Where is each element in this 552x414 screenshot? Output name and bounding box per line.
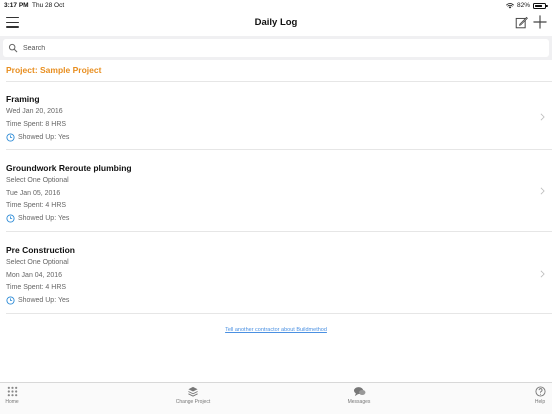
chat-bubbles-icon <box>353 387 365 397</box>
nav-bar: Daily Log <box>0 12 552 34</box>
chevron-right-icon <box>540 270 545 278</box>
project-label[interactable]: Project: Sample Project <box>6 65 101 75</box>
battery-icon <box>533 2 548 9</box>
search-icon <box>8 43 18 53</box>
entry-showed-up: Showed Up: Yes <box>6 133 69 142</box>
status-bar: 3:17 PM Thu 28 Oct 82% <box>0 0 552 12</box>
clock-icon <box>6 214 15 223</box>
entry-time-spent: Time Spent: 4 HRS <box>6 284 67 291</box>
question-circle-icon <box>534 386 546 397</box>
entry-subtitle: Select One Optional <box>6 177 69 184</box>
clock-icon <box>6 133 15 142</box>
status-time: 3:17 PM <box>4 2 29 9</box>
status-date: Thu 28 Oct <box>32 2 65 9</box>
entry-date: Mon Jan 04, 2016 <box>6 272 63 279</box>
entry-date: Tue Jan 05, 2016 <box>6 190 61 197</box>
tab-label: Change Project <box>175 399 211 405</box>
chevron-right-icon <box>540 187 545 195</box>
divider <box>6 313 552 314</box>
search-box <box>3 39 549 57</box>
tab-messages[interactable]: Messages <box>343 386 375 405</box>
tab-bar: Home Change Project Messages Help <box>0 382 552 414</box>
wifi-icon <box>506 2 514 8</box>
entry-showed-up-text: Showed Up: Yes <box>18 297 70 304</box>
entry-showed-up: Showed Up: Yes <box>6 296 69 305</box>
tab-home[interactable]: Home <box>2 386 22 405</box>
entry-date: Wed Jan 20, 2016 <box>6 108 63 115</box>
grid-icon <box>7 386 17 397</box>
entry-time-spent: Time Spent: 8 HRS <box>6 121 67 128</box>
entry-title: Framing <box>6 94 40 104</box>
tell-contractor-link[interactable]: Tell another contractor about Buildmetho… <box>0 327 552 333</box>
entry-subtitle: Select One Optional <box>6 259 69 266</box>
clock-icon <box>6 296 15 305</box>
status-right: 82% <box>506 2 548 9</box>
battery-percent: 82% <box>516 2 530 9</box>
tab-change-project[interactable]: Change Project <box>168 386 218 405</box>
tab-help[interactable]: Help <box>530 386 550 405</box>
entry-showed-up-text: Showed Up: Yes <box>18 134 70 141</box>
battery-level <box>535 4 543 7</box>
log-entry-framing[interactable]: Framing Wed Jan 20, 2016 Time Spent: 8 H… <box>0 82 552 148</box>
log-entry-pre-construction[interactable]: Pre Construction Select One Optional Mon… <box>0 232 552 312</box>
compose-icon[interactable] <box>515 16 528 29</box>
entry-title: Pre Construction <box>6 245 75 255</box>
app: 3:17 PM Thu 28 Oct 82% Daily Log Search … <box>0 0 552 414</box>
tab-label: Messages <box>347 399 371 405</box>
layers-icon <box>188 386 198 397</box>
log-entry-groundwork[interactable]: Groundwork Reroute plumbing Select One O… <box>0 150 552 230</box>
entry-time-spent: Time Spent: 4 HRS <box>6 202 67 209</box>
page-title: Daily Log <box>254 17 298 28</box>
search-bar <box>0 36 552 60</box>
entry-showed-up: Showed Up: Yes <box>6 214 69 223</box>
tab-label: Home <box>5 399 19 405</box>
search-input[interactable] <box>23 41 523 55</box>
entry-title: Groundwork Reroute plumbing <box>6 163 132 173</box>
add-icon[interactable] <box>533 15 547 29</box>
entry-showed-up-text: Showed Up: Yes <box>18 215 70 222</box>
tab-label: Help <box>534 399 546 405</box>
chevron-right-icon <box>540 113 545 121</box>
